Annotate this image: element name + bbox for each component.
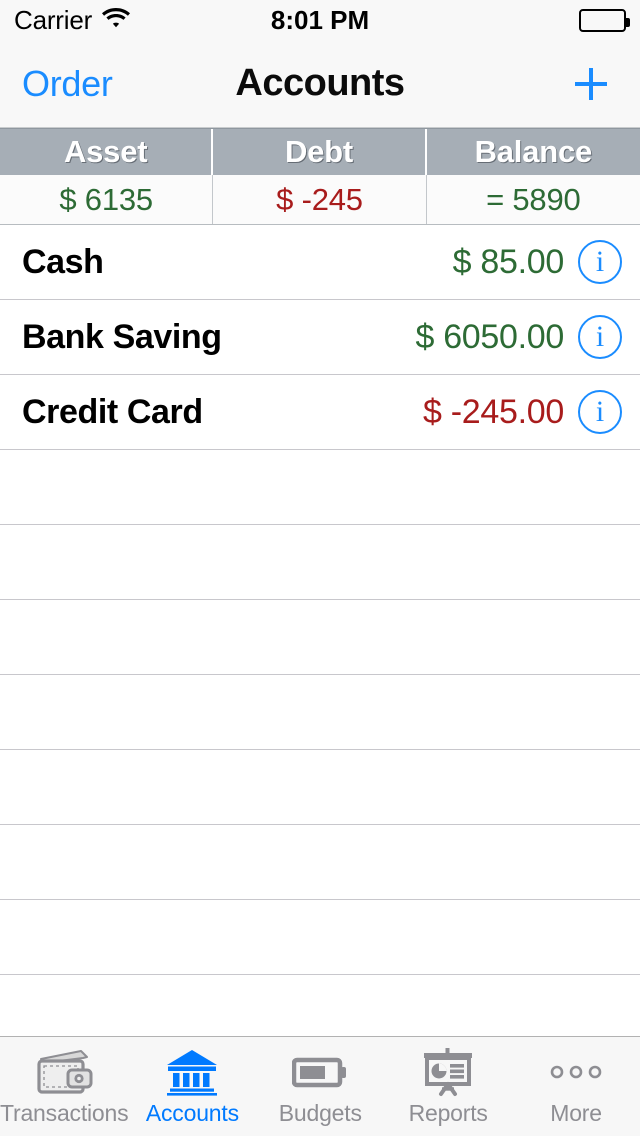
account-row-right: $ -245.00 i xyxy=(423,390,622,434)
carrier-label: Carrier xyxy=(14,4,93,35)
info-glyph: i xyxy=(595,320,605,353)
empty-list-row xyxy=(0,525,640,600)
battery-icon xyxy=(292,1046,348,1098)
tab-label: More xyxy=(550,1100,602,1126)
status-bar: Carrier 8:01 PM xyxy=(0,0,640,40)
tab-transactions[interactable]: Transactions xyxy=(0,1037,129,1136)
tab-budgets[interactable]: Budgets xyxy=(256,1037,384,1136)
bank-icon xyxy=(165,1046,219,1098)
account-amount: $ 85.00 xyxy=(452,242,565,281)
summary-value-row: $ 6135 $ -245 = 5890 xyxy=(0,175,640,225)
info-glyph: i xyxy=(595,395,605,428)
empty-list-row xyxy=(0,450,640,525)
info-icon[interactable]: i xyxy=(578,240,622,284)
accounts-screen: Carrier 8:01 PM Order Accounts Asset Deb… xyxy=(0,0,640,1136)
account-row[interactable]: Bank Saving $ 6050.00 i xyxy=(0,300,640,375)
order-button[interactable]: Order xyxy=(22,63,113,105)
tab-more[interactable]: More xyxy=(512,1037,640,1136)
account-amount: $ -245.00 xyxy=(423,392,564,431)
tab-bar: Transactions Accounts Budgets Reports More xyxy=(0,1036,640,1136)
tab-accounts[interactable]: Accounts xyxy=(128,1037,256,1136)
account-name: Bank Saving xyxy=(22,317,222,356)
wifi-icon xyxy=(101,7,131,34)
summary-header-row: Asset Debt Balance xyxy=(0,128,640,175)
empty-list-row xyxy=(0,600,640,675)
empty-list-row xyxy=(0,975,640,1036)
info-icon[interactable]: i xyxy=(578,390,622,434)
plus-icon xyxy=(575,67,607,100)
tab-label: Reports xyxy=(408,1100,488,1126)
account-row[interactable]: Credit Card $ -245.00 i xyxy=(0,375,640,450)
presentation-icon xyxy=(421,1046,475,1098)
battery-icon xyxy=(579,8,630,32)
summary-value-asset: $ 6135 xyxy=(0,175,214,224)
account-row-right: $ 85.00 i xyxy=(453,240,622,284)
account-name: Cash xyxy=(22,242,104,281)
empty-list-row xyxy=(0,750,640,825)
tab-reports[interactable]: Reports xyxy=(384,1037,512,1136)
summary-header-debt: Debt xyxy=(213,129,427,175)
status-bar-left: Carrier xyxy=(14,5,131,36)
tab-label: Accounts xyxy=(145,1100,239,1126)
wallet-icon xyxy=(35,1046,93,1098)
tab-label: Budgets xyxy=(278,1100,362,1126)
summary-table: Asset Debt Balance $ 6135 $ -245 = 5890 xyxy=(0,128,640,225)
add-account-button[interactable] xyxy=(564,57,618,111)
navigation-bar: Order Accounts xyxy=(0,40,640,128)
account-row[interactable]: Cash $ 85.00 i xyxy=(0,225,640,300)
summary-header-balance: Balance xyxy=(474,134,593,169)
info-glyph: i xyxy=(595,245,605,278)
ellipsis-icon xyxy=(547,1046,605,1098)
account-amount: $ 6050.00 xyxy=(415,317,564,356)
status-bar-right xyxy=(579,8,630,32)
empty-list-row xyxy=(0,900,640,975)
accounts-list: Cash $ 85.00 i Bank Saving $ 6050.00 i Credit … xyxy=(0,225,640,1036)
tab-label: Transactions xyxy=(0,1100,129,1126)
account-row-right: $ 6050.00 i xyxy=(415,315,622,359)
summary-value-debt: $ -245 xyxy=(213,175,427,224)
empty-list-row xyxy=(0,675,640,750)
summary-header-asset: Asset xyxy=(0,129,214,175)
info-icon[interactable]: i xyxy=(578,315,622,359)
summary-value-balance: = 5890 xyxy=(486,181,581,217)
empty-list-row xyxy=(0,825,640,900)
account-name: Credit Card xyxy=(22,392,203,431)
